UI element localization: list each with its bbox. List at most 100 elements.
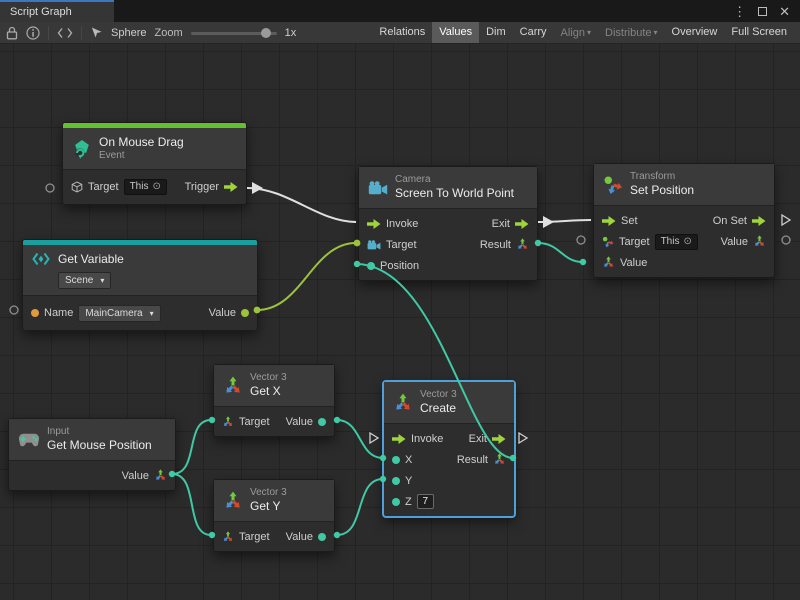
stub-name-input [10, 306, 18, 314]
node-get-variable[interactable]: Get Variable Scene ▾ Name MainCamera ▾ V… [22, 239, 258, 331]
dim-button[interactable]: Dim [479, 22, 513, 43]
stub-create-exit [519, 433, 527, 443]
distribute-dropdown[interactable]: Distribute▾ [598, 22, 664, 44]
window-menu-icon[interactable]: ⋮ [733, 5, 746, 18]
port-label: Exit [492, 218, 510, 230]
node-header: Transform Set Position [594, 164, 774, 206]
info-icon[interactable] [26, 26, 40, 40]
target-object-label[interactable]: Sphere [111, 27, 146, 39]
port-transform-target-input[interactable]: Target This ⊙ [602, 234, 698, 250]
target-value-chip[interactable]: This ⊙ [655, 234, 698, 250]
full-screen-button[interactable]: Full Screen [724, 22, 794, 43]
overview-button[interactable]: Overview [665, 22, 725, 43]
target-value-chip[interactable]: This ⊙ [124, 179, 167, 195]
port-name-input[interactable]: Name MainCamera ▾ [31, 305, 161, 322]
node-title: On Mouse Drag [99, 136, 184, 149]
z-value-field[interactable]: 7 [417, 494, 434, 509]
port-row: Name MainCamera ▾ Value [23, 300, 257, 326]
relations-button[interactable]: Relations [372, 22, 432, 43]
port-row: Target Value [214, 411, 334, 432]
port-on-set-output[interactable]: On Set [713, 215, 766, 227]
vector3-icon [393, 393, 413, 413]
node-category: Vector 3 [250, 488, 287, 498]
port-label: Result [480, 239, 511, 251]
tab-script-graph[interactable]: Script Graph [0, 0, 114, 22]
vector-port-icon [367, 262, 375, 270]
port-camera-target-input[interactable]: Target [367, 239, 417, 251]
wire-arrowhead [252, 182, 263, 194]
node-vector3-create[interactable]: Vector 3 Create Invoke Exit X [383, 381, 515, 517]
node-screen-to-world-point[interactable]: Camera Screen To World Point Invoke Exit… [358, 166, 538, 281]
node-get-x[interactable]: Vector 3 Get X Target Value [213, 364, 335, 437]
port-value-output[interactable]: Value [286, 416, 326, 428]
event-icon [72, 139, 92, 159]
graph-toolbar: Sphere Zoom 1x Relations Values Dim Carr… [0, 22, 800, 44]
port-z-input[interactable]: Z 7 [392, 494, 434, 509]
align-dropdown[interactable]: Align▾ [554, 22, 598, 44]
port-row: Invoke Exit [359, 213, 537, 234]
port-value-input[interactable]: Value [602, 256, 647, 269]
flow-arrow-icon [602, 216, 616, 226]
close-icon[interactable]: ✕ [779, 5, 790, 18]
vector3-icon [223, 376, 243, 396]
node-header: Vector 3 Create [384, 382, 514, 424]
node-get-mouse-position[interactable]: Input Get Mouse Position Value [8, 418, 176, 491]
lock-icon[interactable] [6, 26, 18, 40]
port-value-output[interactable]: Value [721, 235, 766, 248]
port-result-output[interactable]: Result [480, 238, 529, 251]
port-target-input[interactable]: Target [222, 531, 270, 543]
toolbar-separator [48, 26, 49, 40]
port-exit-output[interactable]: Exit [469, 433, 506, 445]
vector3-icon [516, 238, 529, 251]
port-value-output[interactable]: Value [286, 531, 326, 543]
port-value-output[interactable]: Value [209, 307, 249, 319]
port-label: Target [239, 416, 270, 428]
port-y-input[interactable]: Y [392, 475, 412, 487]
vector3-icon [223, 491, 243, 511]
port-invoke-input[interactable]: Invoke [392, 433, 443, 445]
port-target-input[interactable]: Target [222, 416, 270, 428]
port-x-input[interactable]: X [392, 454, 412, 466]
port-row: Value [9, 465, 175, 486]
wire-exit-to-set [538, 220, 591, 222]
graph-canvas[interactable]: On Mouse Drag Event Target This ⊙ Trigge… [0, 44, 800, 600]
port-invoke-input[interactable]: Invoke [367, 218, 418, 230]
variable-scope-dropdown[interactable]: Scene ▾ [58, 272, 111, 289]
window-controls: ⋮ ✕ [733, 0, 800, 22]
port-target-input[interactable]: Target This ⊙ [71, 179, 167, 195]
wire-mouse-to-getx [172, 420, 211, 474]
object-picker-icon[interactable]: ⊙ [152, 180, 160, 194]
values-button[interactable]: Values [432, 22, 479, 43]
zoom-slider-handle[interactable] [261, 28, 271, 38]
variable-name-dropdown[interactable]: MainCamera ▾ [78, 305, 160, 322]
vector3-icon [753, 235, 766, 248]
port-label: Value [721, 236, 748, 248]
stub-target-input [46, 184, 54, 192]
zoom-label: Zoom [154, 27, 182, 39]
zoom-slider[interactable] [191, 26, 277, 40]
carry-button[interactable]: Carry [513, 22, 554, 43]
maximize-icon[interactable] [758, 7, 767, 16]
port-result-output[interactable]: Result [457, 453, 506, 466]
port-trigger-output[interactable]: Trigger [185, 181, 238, 193]
node-set-position[interactable]: Transform Set Position Set On Set Target [593, 163, 775, 278]
object-picker-icon[interactable]: ⊙ [683, 235, 691, 249]
node-title: Get X [250, 385, 287, 398]
port-position-input[interactable]: Position [367, 260, 419, 272]
node-get-y[interactable]: Vector 3 Get Y Target Value [213, 479, 335, 552]
graph-pointer-icon [90, 26, 103, 39]
port-row: Position [359, 255, 537, 276]
port-exit-output[interactable]: Exit [492, 218, 529, 230]
stub-on-set-output [782, 215, 790, 225]
port-label: Y [405, 475, 412, 487]
port-set-input[interactable]: Set [602, 215, 638, 227]
code-view-icon[interactable] [57, 27, 73, 39]
port-row: Value [594, 252, 774, 273]
port-label: Value [209, 307, 236, 319]
camera-icon [368, 181, 388, 195]
port-label: X [405, 454, 412, 466]
port-value-output[interactable]: Value [122, 469, 167, 482]
node-on-mouse-drag[interactable]: On Mouse Drag Event Target This ⊙ Trigge… [62, 122, 247, 205]
game-object-icon [71, 181, 83, 193]
node-category: Transform [630, 172, 694, 182]
